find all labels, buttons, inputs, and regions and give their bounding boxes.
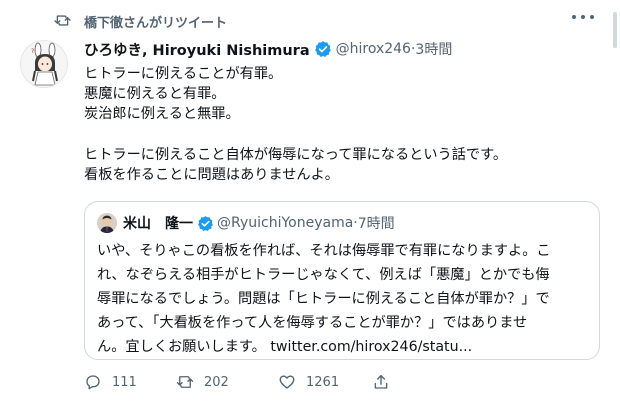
author-handle[interactable]: @hirox246 bbox=[336, 41, 411, 57]
more-options-icon[interactable] bbox=[572, 10, 594, 24]
tweet-line: 悪魔に例えると有罪。 bbox=[84, 86, 226, 103]
retweet-icon bbox=[54, 15, 71, 26]
svg-text:?: ? bbox=[31, 48, 34, 55]
avatar-illustration: ? bbox=[21, 41, 67, 87]
retweet-indicator[interactable]: 橋下徹さんがリツイート bbox=[54, 10, 228, 32]
tweet-line: 炭治郎に例えると無罪。 bbox=[84, 106, 240, 123]
verified-badge-icon bbox=[198, 215, 213, 231]
quoted-line: 辱罪になるでしょう。問題は「ヒトラーに例えること自体が罪か？」で bbox=[97, 291, 550, 307]
tweet-body: ヒトラーに例えることが有罪。 悪魔に例えると有罪。 炭治郎に例えると無罪。 ヒト… bbox=[84, 64, 604, 185]
tweet-header: ひろゆき, Hiroyuki Nishimura @hirox246 · 3時間 bbox=[84, 38, 452, 60]
verified-badge-icon bbox=[314, 41, 331, 57]
share-button[interactable] bbox=[372, 371, 400, 393]
retweet-button[interactable]: 202 bbox=[176, 371, 229, 393]
tweet-line: 看板を作ることに問題はありませんよ。 bbox=[84, 166, 339, 183]
reply-count: 111 bbox=[112, 374, 137, 390]
retweet-icon bbox=[176, 376, 194, 388]
avatar[interactable]: ? bbox=[20, 40, 68, 88]
quoted-tweet-header: 米山 隆一 @RyuichiYoneyama · 7時間 bbox=[97, 212, 395, 234]
share-icon bbox=[374, 374, 388, 389]
quoted-tweet-body: いや、そりゃこの看板を作れば、それは侮辱罪で有罪になりますよ。こ れ、なぞらえる… bbox=[97, 239, 591, 359]
quoted-line: れ、なぞらえる相手がヒトラーじゃなくて、例えば「悪魔」とかでも侮 bbox=[97, 267, 550, 283]
tweet-line: ヒトラーに例えること自体が侮辱になって罪になるという話です。 bbox=[84, 146, 508, 163]
quoted-author-name: 米山 隆一 bbox=[123, 216, 193, 232]
tweet-actions: 111 202 1261 bbox=[84, 371, 404, 393]
quoted-line: ん。宜しくお願いします。 twitter.com/hirox246/statu.… bbox=[97, 339, 473, 355]
author-name[interactable]: ひろゆき, Hiroyuki Nishimura bbox=[84, 39, 310, 60]
reply-button[interactable]: 111 bbox=[84, 371, 137, 393]
like-button[interactable]: 1261 bbox=[278, 371, 339, 393]
retweet-label: 橋下徹さんがリツイート bbox=[84, 15, 228, 31]
quoted-avatar bbox=[97, 213, 117, 233]
scrollbar[interactable] bbox=[613, 12, 617, 48]
timestamp[interactable]: 3時間 bbox=[415, 39, 452, 59]
reply-icon bbox=[86, 375, 100, 390]
heart-icon bbox=[279, 375, 295, 389]
quoted-line: あって、「大看板を作って人を侮辱することが罪か？」ではありませ bbox=[97, 315, 528, 331]
like-count: 1261 bbox=[306, 374, 340, 390]
quoted-line: いや、そりゃこの看板を作れば、それは侮辱罪で有罪になりますよ。こ bbox=[97, 243, 551, 259]
quoted-author-handle: @RyuichiYoneyama bbox=[217, 215, 354, 231]
quoted-timestamp: 7時間 bbox=[357, 216, 395, 232]
quoted-avatar-photo bbox=[97, 213, 117, 233]
quoted-tweet[interactable]: 米山 隆一 @RyuichiYoneyama · 7時間 いや、そりゃこの看板を… bbox=[84, 201, 600, 360]
tweet-line: ヒトラーに例えることが有罪。 bbox=[84, 66, 283, 82]
retweet-count: 202 bbox=[204, 374, 229, 390]
